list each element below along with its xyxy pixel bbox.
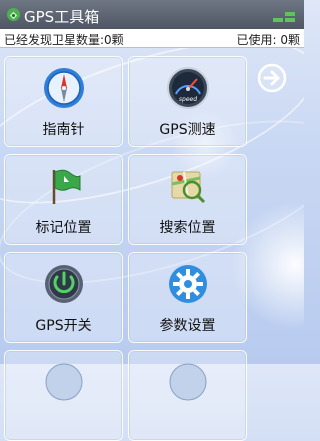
flag-icon [52, 169, 81, 204]
arrow-right-circle-icon[interactable] [257, 63, 287, 93]
app-title: GPS工具箱 [24, 8, 100, 26]
speedometer-icon: speed [167, 67, 209, 109]
tile-label: 参数设置 [159, 318, 216, 334]
tile-label: 标记位置 [35, 220, 92, 236]
title-bar: GPS工具箱 [0, 0, 304, 29]
power-switch-icon [45, 265, 83, 303]
signal-strength-icon [273, 9, 297, 22]
settings-gear-icon [169, 265, 207, 303]
tile-label: 指南针 [42, 122, 85, 138]
tile-label: GPS开关 [35, 318, 92, 334]
tile-label: GPS测速 [159, 122, 216, 138]
speedometer-text: speed [179, 96, 197, 103]
partial-tile-icon [169, 363, 207, 401]
gps-switch-tile[interactable]: GPS开关 [4, 252, 123, 343]
compass-icon [44, 68, 84, 108]
settings-tile[interactable]: 参数设置 [128, 252, 247, 343]
map-search-icon [171, 171, 206, 204]
satellites-used-text: 已使用: 0颗 [236, 33, 301, 47]
satellite-status-bar: 已经发现卫星数量:0颗 已使用: 0颗 [0, 29, 304, 48]
satellite-app-icon [6, 7, 21, 22]
partial-tile-icon [45, 363, 83, 401]
compass-tile[interactable]: 指南针 [4, 56, 123, 147]
gps-speed-tile[interactable]: speed GPS测速 [128, 56, 247, 147]
search-location-tile[interactable]: 搜索位置 [128, 154, 247, 245]
tile-label: 搜索位置 [159, 220, 216, 236]
mark-location-tile[interactable]: 标记位置 [4, 154, 123, 245]
satellites-found-text: 已经发现卫星数量:0颗 [4, 33, 124, 47]
